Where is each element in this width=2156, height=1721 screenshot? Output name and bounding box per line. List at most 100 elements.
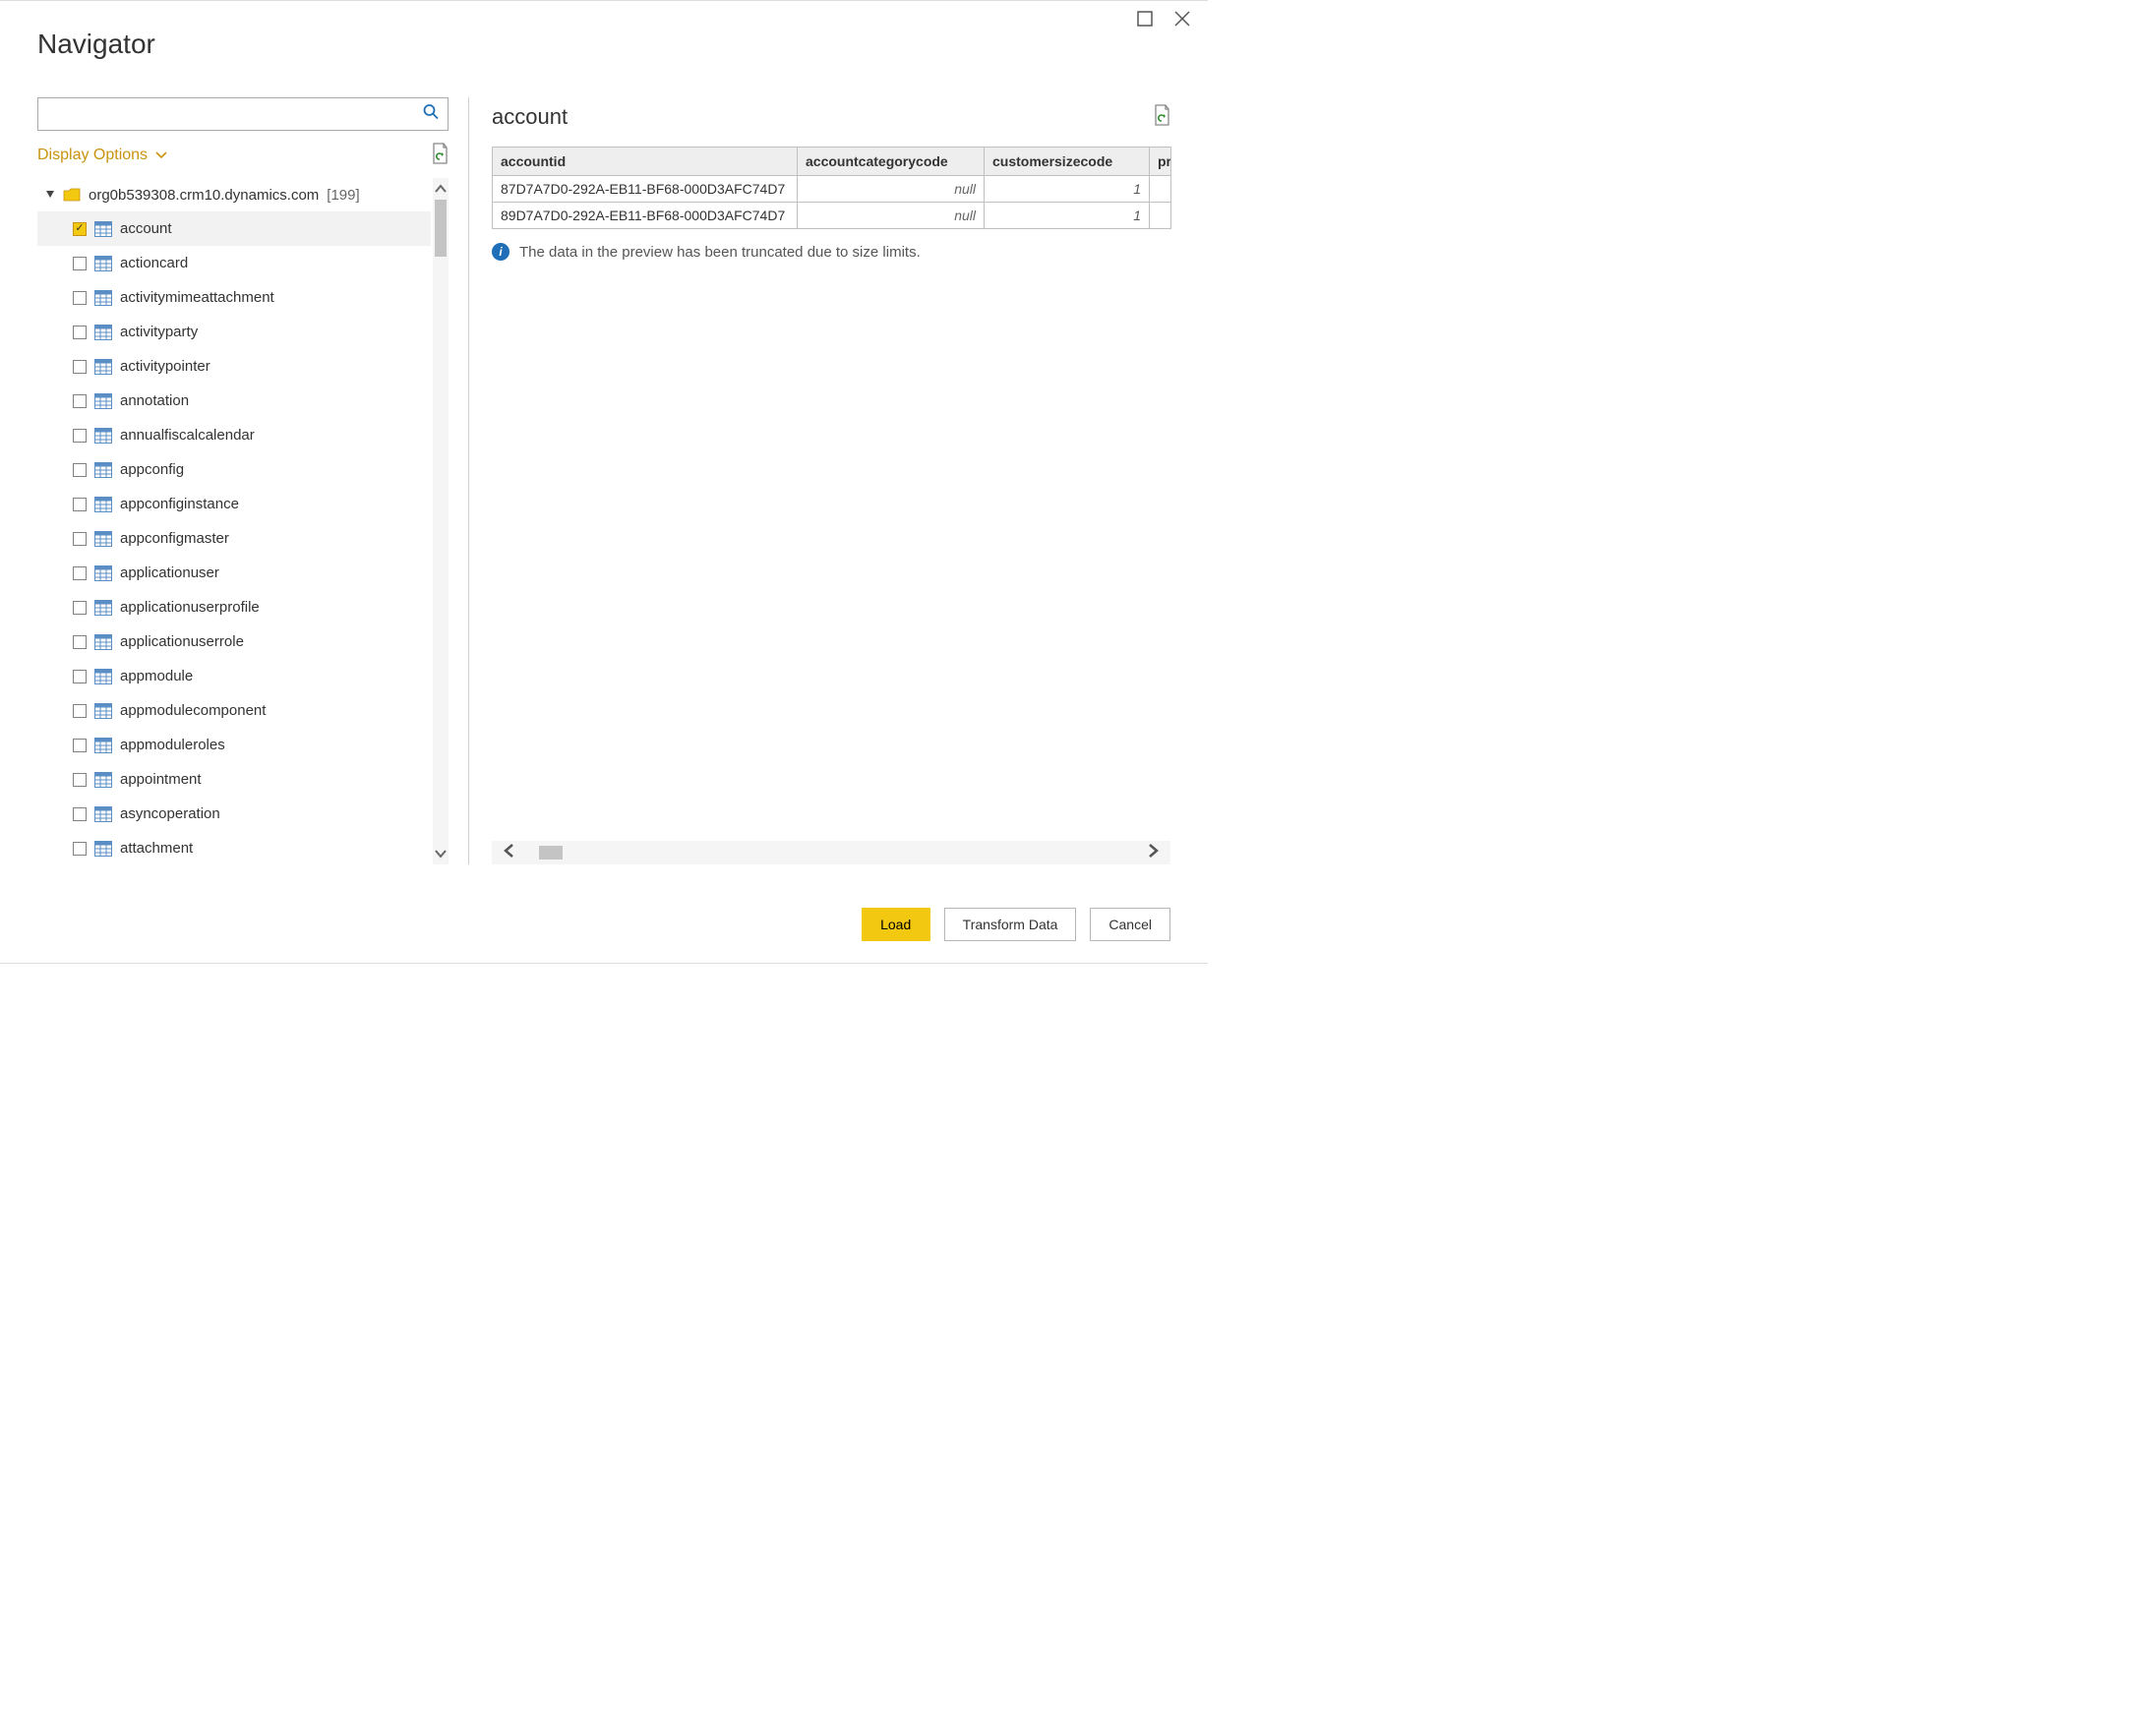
tree-item-activityparty[interactable]: activityparty (37, 315, 431, 349)
tree-item-appconfig[interactable]: appconfig (37, 452, 431, 487)
collapse-icon[interactable] (45, 187, 55, 204)
checkbox[interactable] (73, 291, 87, 305)
checkbox[interactable] (73, 360, 87, 374)
table-icon (94, 325, 112, 340)
checkbox[interactable] (73, 601, 87, 615)
cell-accountcategorycode: null (798, 203, 985, 229)
scroll-right-icon[interactable] (1147, 844, 1159, 862)
table-icon (94, 841, 112, 857)
checkbox[interactable] (73, 429, 87, 443)
table-icon (94, 703, 112, 719)
table-icon (94, 738, 112, 753)
tree-item-applicationuserprofile[interactable]: applicationuserprofile (37, 590, 431, 624)
tree-item-annotation[interactable]: annotation (37, 384, 431, 418)
table-icon (94, 806, 112, 822)
tree-item-applicationuser[interactable]: applicationuser (37, 556, 431, 590)
col-truncated[interactable]: pr (1150, 148, 1171, 176)
tree-item-label: appmodule (120, 668, 193, 684)
maximize-icon[interactable] (1137, 11, 1153, 27)
tree-item-activitypointer[interactable]: activitypointer (37, 349, 431, 384)
table-icon (94, 772, 112, 788)
load-button[interactable]: Load (862, 908, 930, 941)
tree-item-label: appmoduleroles (120, 737, 225, 753)
tree-item-actioncard[interactable]: actioncard (37, 246, 431, 280)
tree-item-label: applicationuserprofile (120, 599, 260, 616)
tree-item-activitymimeattachment[interactable]: activitymimeattachment (37, 280, 431, 315)
tree-root[interactable]: org0b539308.crm10.dynamics.com [199] (37, 178, 431, 211)
tree-item-label: appconfiginstance (120, 496, 239, 512)
checkbox[interactable] (73, 773, 87, 787)
refresh-page-icon[interactable] (431, 143, 449, 169)
checkbox[interactable] (73, 635, 87, 649)
col-accountcategorycode[interactable]: accountcategorycode (798, 148, 985, 176)
checkbox[interactable] (73, 463, 87, 477)
table-icon (94, 221, 112, 237)
checkbox[interactable] (73, 704, 87, 718)
tree-item-label: activitymimeattachment (120, 289, 274, 306)
tree-item-appconfigmaster[interactable]: appconfigmaster (37, 521, 431, 556)
table-icon (94, 256, 112, 271)
checkbox[interactable] (73, 739, 87, 752)
transform-data-button[interactable]: Transform Data (944, 908, 1077, 941)
scroll-up-icon[interactable] (433, 178, 449, 200)
tree-item-appointment[interactable]: appointment (37, 762, 431, 797)
search-box[interactable] (37, 97, 449, 131)
panel-divider (468, 97, 469, 864)
tree-scrollbar[interactable] (433, 178, 449, 864)
tree-item-annualfiscalcalendar[interactable]: annualfiscalcalendar (37, 418, 431, 452)
tree-item-label: appointment (120, 771, 202, 788)
tree-item-label: appconfigmaster (120, 530, 229, 547)
cell-accountid: 89D7A7D0-292A-EB11-BF68-000D3AFC74D7 (493, 203, 798, 229)
tree-item-applicationuserrole[interactable]: applicationuserrole (37, 624, 431, 659)
table-icon (94, 669, 112, 684)
tree-item-label: applicationuserrole (120, 633, 244, 650)
checkbox[interactable] (73, 532, 87, 546)
checkbox[interactable] (73, 222, 87, 236)
table-icon (94, 359, 112, 375)
tree-item-label: annualfiscalcalendar (120, 427, 255, 444)
preview-title: account (492, 104, 568, 130)
tree-item-account[interactable]: account (37, 211, 431, 246)
col-accountid[interactable]: accountid (493, 148, 798, 176)
checkbox[interactable] (73, 842, 87, 856)
tree-item-appmoduleroles[interactable]: appmoduleroles (37, 728, 431, 762)
tree-item-label: attachment (120, 840, 193, 857)
search-icon[interactable] (422, 103, 440, 126)
search-input[interactable] (38, 98, 448, 130)
scroll-down-icon[interactable] (433, 843, 449, 864)
checkbox[interactable] (73, 498, 87, 511)
cancel-button[interactable]: Cancel (1090, 908, 1170, 941)
table-icon (94, 531, 112, 547)
table-icon (94, 600, 112, 616)
table-header-row: accountid accountcategorycode customersi… (493, 148, 1171, 176)
checkbox[interactable] (73, 257, 87, 270)
checkbox[interactable] (73, 566, 87, 580)
tree-root-count: [199] (327, 187, 359, 204)
col-customersizecode[interactable]: customersizecode (985, 148, 1150, 176)
table-row[interactable]: 89D7A7D0-292A-EB11-BF68-000D3AFC74D7 nul… (493, 203, 1171, 229)
tree-item-asyncoperation[interactable]: asyncoperation (37, 797, 431, 831)
table-icon (94, 462, 112, 478)
hscroll-thumb[interactable] (539, 846, 563, 860)
scroll-thumb[interactable] (435, 200, 447, 257)
close-icon[interactable] (1174, 11, 1190, 27)
checkbox[interactable] (73, 807, 87, 821)
checkbox[interactable] (73, 394, 87, 408)
scroll-left-icon[interactable] (504, 844, 515, 862)
tree-item-label: applicationuser (120, 564, 219, 581)
tree-item-appconfiginstance[interactable]: appconfiginstance (37, 487, 431, 521)
tree-item-label: account (120, 220, 172, 237)
table-row[interactable]: 87D7A7D0-292A-EB11-BF68-000D3AFC74D7 nul… (493, 176, 1171, 203)
table-icon (94, 290, 112, 306)
tree-item-appmodulecomponent[interactable]: appmodulecomponent (37, 693, 431, 728)
tree-item-attachment[interactable]: attachment (37, 831, 431, 864)
cell-accountid: 87D7A7D0-292A-EB11-BF68-000D3AFC74D7 (493, 176, 798, 203)
tree-item-appmodule[interactable]: appmodule (37, 659, 431, 693)
refresh-preview-icon[interactable] (1153, 104, 1170, 131)
tree-item-label: actioncard (120, 255, 188, 271)
preview-hscrollbar[interactable] (492, 841, 1170, 864)
chevron-down-icon (155, 147, 167, 164)
checkbox[interactable] (73, 670, 87, 683)
display-options-dropdown[interactable]: Display Options (37, 147, 167, 164)
checkbox[interactable] (73, 326, 87, 339)
